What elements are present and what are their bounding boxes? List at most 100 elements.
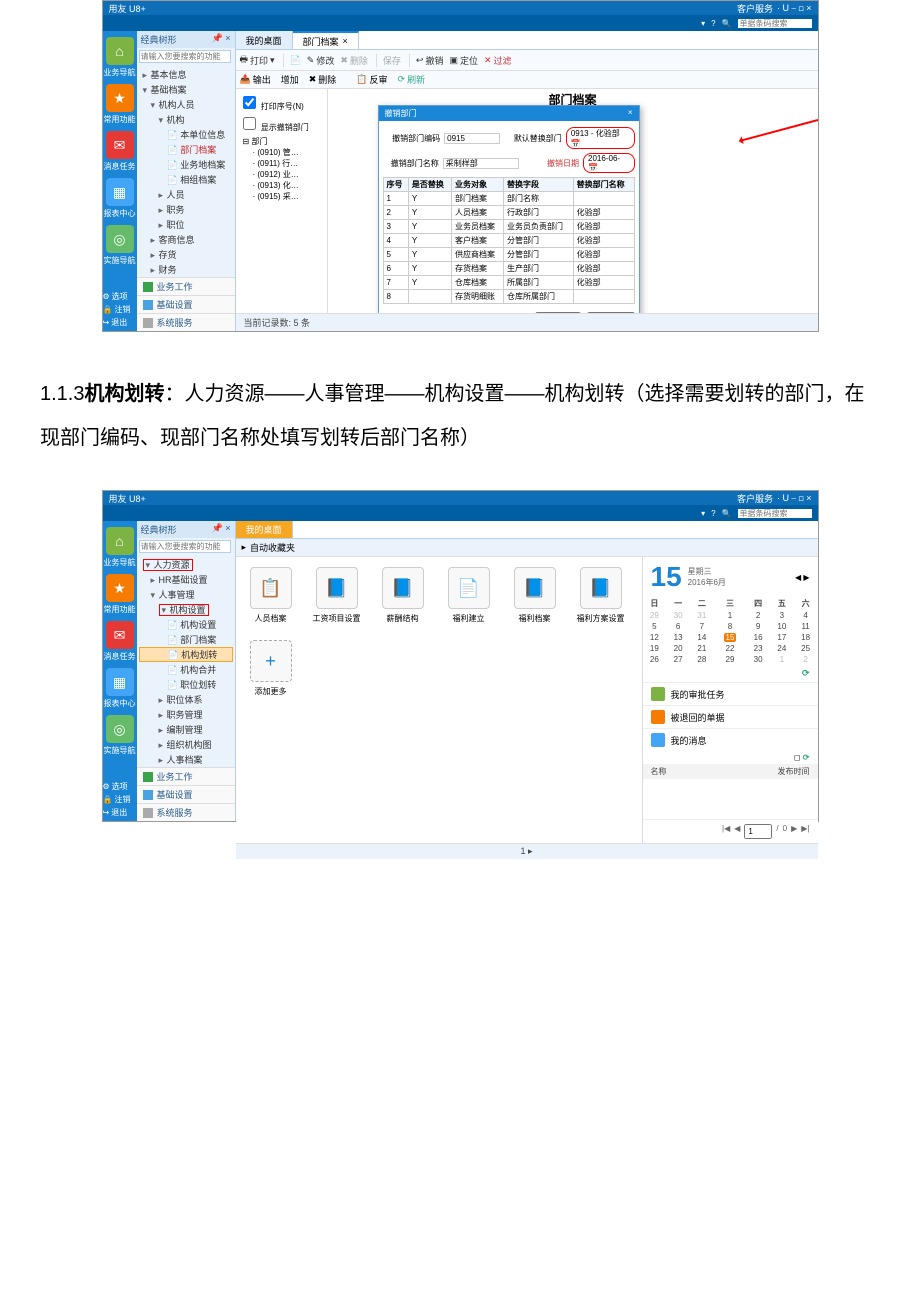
rail-exit[interactable]: ↪退出 [103,316,137,329]
cal-nav[interactable]: ◀ ▶ [795,573,810,582]
calendar-day[interactable]: 29 [643,610,667,621]
side-bot-sysservice[interactable]: 系统服务 [137,313,235,331]
svc-link-2[interactable]: 客户服务 [737,492,773,505]
auto-favorites-header[interactable]: ▸ 自动收藏夹 [236,539,818,557]
rail-fav-icon-2[interactable]: ★ [106,574,134,602]
calendar-day[interactable]: 4 [794,610,818,621]
svc-link[interactable]: 客户服务 [737,2,773,15]
side-bot-bizwork-2[interactable]: 业务工作 [137,767,235,785]
tree-item[interactable]: 📄 职位划转 [139,677,233,692]
locate-button[interactable]: ▣ 定位 [449,54,478,67]
tree-item[interactable]: 📄 业务地档案 [139,157,233,172]
calendar-day[interactable]: 2 [794,654,818,665]
calendar-day[interactable]: 1 [714,610,746,621]
tree-item[interactable]: 📄 机构设置 [139,617,233,632]
dept-tree-root[interactable]: ⊟ 部门 [243,136,324,147]
rail-home-icon-2[interactable]: ⌂ [106,527,134,555]
rail-report-icon-2[interactable]: ▦ [106,668,134,696]
calendar-day[interactable]: 2 [746,610,770,621]
add-button[interactable]: 增加 [281,73,299,86]
calendar-day[interactable]: 13 [666,632,690,643]
calendar-day[interactable]: 6 [666,621,690,632]
dialog-close-icon[interactable]: × [628,108,633,119]
shortcut-tile[interactable]: 📘薪酬结构 [378,567,428,624]
calendar-day[interactable]: 20 [666,643,690,654]
tree-item[interactable]: 📄 机构合并 [139,662,233,677]
notif-item[interactable]: 被退回的单据 [643,705,818,728]
tree-item[interactable]: ▸职务管理 [139,707,233,722]
tree-item[interactable]: ▸编制管理 [139,722,233,737]
print-button[interactable]: 🖶 打印 ▾ [240,52,275,68]
tree-item[interactable]: ▾人事管理 [139,587,233,602]
tree-item[interactable]: ▸职位 [139,217,233,232]
notif-item[interactable]: 我的审批任务 [643,682,818,705]
dept-node[interactable]: · (0912) 业… [253,169,324,180]
tree-item[interactable]: ▸客商信息 [139,232,233,247]
rail-impl-icon-2[interactable]: ◎ [106,715,134,743]
close-icon[interactable]: × [343,36,348,46]
rail-options[interactable]: ⚙选项 [103,290,137,303]
shortcut-tile[interactable]: 📘福利方案设置 [576,567,626,624]
side-head-pin-2[interactable]: 📌 × [212,523,231,536]
calendar-day[interactable]: 28 [690,654,714,665]
barcode-search-2[interactable] [738,509,812,518]
calendar[interactable]: 日一二三四五六293031123456789101112131415161718… [643,597,818,665]
tree-item[interactable]: ▸组织机构图 [139,737,233,752]
dept-node[interactable]: · (0913) 化… [253,180,324,191]
tree-item[interactable]: ▸HR基础设置 [139,572,233,587]
calendar-day[interactable]: 8 [714,621,746,632]
tree-item[interactable]: ▾机构 [139,112,233,127]
tree-item[interactable]: ▾基础档案 [139,82,233,97]
shortcut-tile[interactable]: +添加更多 [246,640,296,697]
rail-options-2[interactable]: ⚙选项 [103,780,137,793]
calendar-day[interactable]: 10 [770,621,794,632]
tab-dept-archive[interactable]: 部门档案× [293,31,359,49]
calendar-day[interactable]: 1 [770,654,794,665]
calendar-day[interactable]: 23 [746,643,770,654]
calendar-day[interactable]: 29 [714,654,746,665]
side-search-input[interactable] [139,50,231,63]
calendar-day[interactable]: 16 [746,632,770,643]
calendar-day[interactable]: 18 [794,632,818,643]
inp-replace-dept[interactable]: 0913 - 化验部 📅 [566,127,635,149]
rail-exit-2[interactable]: ↪退出 [103,806,137,819]
table-row[interactable]: 3Y业务员档案业务员负责部门化验部 [383,220,634,234]
rail-logout[interactable]: 🔒注销 [103,303,137,316]
bottom-page-indicator[interactable]: 1 ▸ [520,846,532,856]
panel-refresh-icon[interactable]: ⟳ [802,668,810,678]
modify-button[interactable]: ✎ 修改 [307,54,335,67]
rail-impl-icon[interactable]: ◎ [106,225,134,253]
side-bot-basesettings[interactable]: 基础设置 [137,295,235,313]
tree-item[interactable]: 📄 部门档案 [139,142,233,157]
barcode-search[interactable] [738,19,812,28]
calendar-day[interactable]: 19 [643,643,667,654]
table-row[interactable]: 5Y供应商档案分管部门化验部 [383,248,634,262]
chk-show-cancelled[interactable] [243,117,256,130]
dept-node[interactable]: · (0915) 采… [253,191,324,202]
shortcut-tile[interactable]: 📋人员档案 [246,567,296,624]
tree-item[interactable]: ▸人员 [139,187,233,202]
chk-print-seq[interactable] [243,96,256,109]
calendar-day[interactable]: 3 [770,610,794,621]
calendar-day[interactable]: 26 [643,654,667,665]
msg-refresh-icon[interactable]: ⟳ [803,753,810,762]
calendar-day[interactable]: 17 [770,632,794,643]
calendar-day[interactable]: 27 [666,654,690,665]
inp-cancel-date[interactable]: 2016-06- 📅 [583,153,634,173]
dept-node[interactable]: · (0911) 行… [253,158,324,169]
calendar-day[interactable]: 21 [690,643,714,654]
btn-confirm-cancel[interactable]: 撤销(S) [535,312,582,313]
rail-fav-icon[interactable]: ★ [106,84,134,112]
help-icon[interactable]: ? [711,19,715,28]
calendar-day[interactable]: 24 [770,643,794,654]
notif-item[interactable]: 我的消息 [643,728,818,751]
save-button[interactable]: 保存 [383,54,401,67]
pager-page-input[interactable] [744,824,772,839]
tree-item[interactable]: ▸基本信息 [139,67,233,82]
calendar-day[interactable]: 12 [643,632,667,643]
calendar-day[interactable]: 31 [690,610,714,621]
history-button[interactable]: 📋 反审 [356,73,387,86]
tree-item[interactable]: 📄 相组档案 [139,172,233,187]
tree-item[interactable]: ▸财务 [139,262,233,277]
inp-dept-name[interactable] [443,158,519,169]
